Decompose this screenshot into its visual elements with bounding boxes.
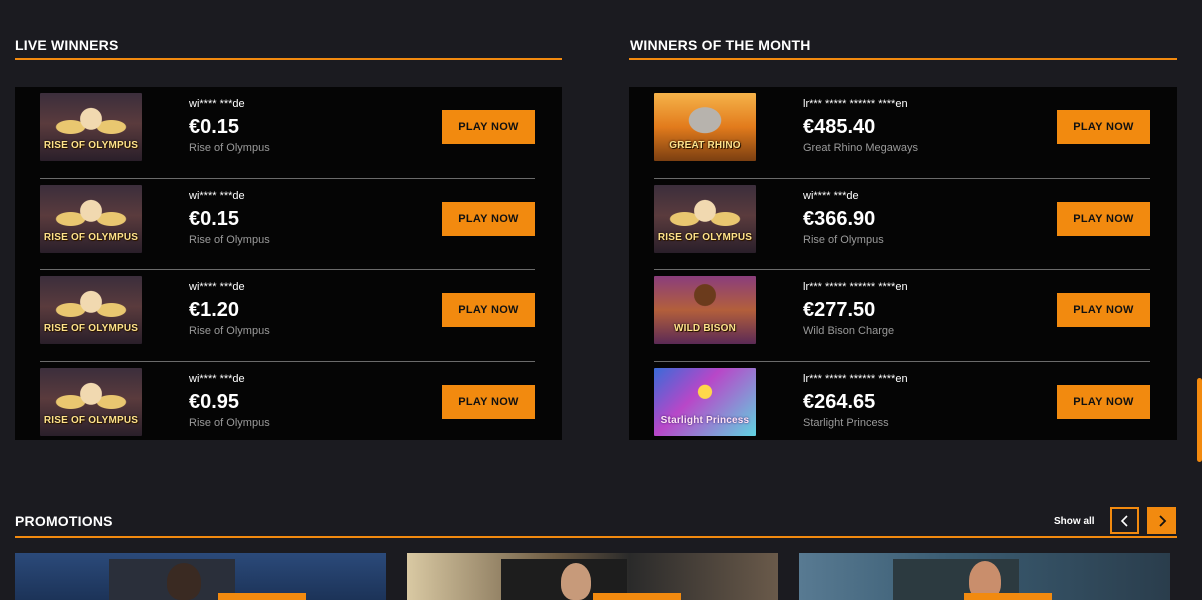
game-name: Rise of Olympus [189, 142, 270, 154]
win-amount: €485.40 [803, 116, 876, 138]
win-amount: €0.15 [189, 116, 240, 138]
show-all-link[interactable]: Show all [1054, 516, 1095, 527]
chevron-right-icon [1158, 514, 1166, 527]
play-now-button[interactable]: PLAY NOW [1057, 110, 1150, 144]
winner-row: Starlight Princess lr*** ***** ****** **… [654, 362, 1150, 454]
game-thumbnail-rise-of-olympus[interactable]: RISE OF OLYMPUS [40, 184, 142, 253]
page-scrollbar[interactable] [1197, 378, 1202, 462]
winner-row: RISE OF OLYMPUS wi**** ***de €0.15 Rise … [40, 87, 535, 179]
game-thumbnail-rise-of-olympus[interactable]: RISE OF OLYMPUS [40, 93, 142, 161]
game-name: Wild Bison Charge [803, 325, 895, 337]
carousel-next-button[interactable] [1147, 507, 1176, 534]
promotion-badge [218, 593, 306, 600]
play-now-button[interactable]: PLAY NOW [442, 293, 535, 327]
win-amount: €1.20 [189, 299, 240, 321]
winner-row: RISE OF OLYMPUS wi**** ***de €1.20 Rise … [40, 270, 535, 362]
promotion-card[interactable] [799, 553, 1170, 600]
winners-of-month-divider [629, 58, 1177, 60]
promotion-card[interactable] [15, 553, 386, 600]
player-figure [561, 563, 591, 600]
chevron-left-icon [1120, 514, 1128, 527]
game-name: Starlight Princess [803, 416, 889, 429]
carousel-prev-button[interactable] [1110, 507, 1139, 534]
winners-of-month-title: WINNERS OF THE MONTH [630, 37, 811, 53]
game-thumbnail-rise-of-olympus[interactable]: RISE OF OLYMPUS [40, 367, 142, 436]
promotion-image [109, 559, 235, 600]
game-name: Rise of Olympus [803, 233, 884, 246]
winner-row: RISE OF OLYMPUS wi**** ***de €0.15 Rise … [40, 179, 535, 270]
win-amount: €264.65 [803, 390, 876, 413]
win-amount: €0.95 [189, 390, 240, 413]
play-now-button[interactable]: PLAY NOW [442, 384, 535, 419]
winner-username: wi**** ***de [189, 372, 245, 385]
game-thumbnail-wild-bison[interactable]: WILD BISON [654, 276, 756, 344]
play-now-button[interactable]: PLAY NOW [442, 110, 535, 144]
play-now-button[interactable]: PLAY NOW [1057, 293, 1150, 327]
promotions-title: PROMOTIONS [15, 513, 113, 529]
game-name: Rise of Olympus [189, 416, 270, 429]
promotion-card[interactable] [407, 553, 778, 600]
win-amount: €277.50 [803, 299, 876, 321]
winner-username: wi**** ***de [189, 281, 245, 293]
game-name: Rise of Olympus [189, 325, 270, 337]
game-thumbnail-rise-of-olympus[interactable]: RISE OF OLYMPUS [40, 276, 142, 344]
promotions-divider [15, 536, 1177, 538]
winners-of-month-panel: GREAT RHINO lr*** ***** ****** ****en €4… [629, 87, 1177, 440]
play-now-button[interactable]: PLAY NOW [1057, 384, 1150, 419]
promotion-badge [964, 593, 1052, 600]
thumbnail-logo-text: RISE OF OLYMPUS [43, 414, 139, 426]
game-thumbnail-starlight-princess[interactable]: Starlight Princess [654, 367, 756, 436]
game-name: Rise of Olympus [189, 233, 270, 246]
promotion-badge [593, 593, 681, 600]
winner-username: lr*** ***** ****** ****en [803, 281, 908, 293]
thumbnail-logo-text: RISE OF OLYMPUS [657, 231, 753, 243]
thumbnail-logo-text: RISE OF OLYMPUS [43, 231, 139, 243]
game-thumbnail-great-rhino[interactable]: GREAT RHINO [654, 93, 756, 161]
player-figure [167, 563, 201, 600]
live-winners-divider [15, 58, 562, 60]
thumbnail-logo-text: GREAT RHINO [669, 140, 741, 151]
winner-username: wi**** ***de [803, 189, 859, 202]
thumbnail-logo-text: RISE OF OLYMPUS [43, 323, 139, 334]
winner-username: lr*** ***** ****** ****en [803, 372, 908, 385]
play-now-button[interactable]: PLAY NOW [1057, 201, 1150, 236]
winner-username: wi**** ***de [189, 98, 245, 110]
winner-username: wi**** ***de [189, 189, 245, 202]
play-now-button[interactable]: PLAY NOW [442, 201, 535, 236]
game-name: Great Rhino Megaways [803, 142, 918, 154]
thumbnail-logo-text: WILD BISON [674, 323, 736, 334]
winner-row: GREAT RHINO lr*** ***** ****** ****en €4… [654, 87, 1150, 179]
thumbnail-logo-text: RISE OF OLYMPUS [43, 140, 139, 151]
win-amount: €0.15 [189, 207, 240, 230]
winner-row: WILD BISON lr*** ***** ****** ****en €27… [654, 270, 1150, 362]
winner-row: RISE OF OLYMPUS wi**** ***de €366.90 Ris… [654, 179, 1150, 270]
winner-username: lr*** ***** ****** ****en [803, 98, 908, 110]
live-winners-title: LIVE WINNERS [15, 37, 119, 53]
thumbnail-logo-text: Starlight Princess [660, 414, 750, 426]
game-thumbnail-rise-of-olympus[interactable]: RISE OF OLYMPUS [654, 184, 756, 253]
live-winners-panel: RISE OF OLYMPUS wi**** ***de €0.15 Rise … [15, 87, 562, 440]
win-amount: €366.90 [803, 207, 876, 230]
winner-row: RISE OF OLYMPUS wi**** ***de €0.95 Rise … [40, 362, 535, 454]
